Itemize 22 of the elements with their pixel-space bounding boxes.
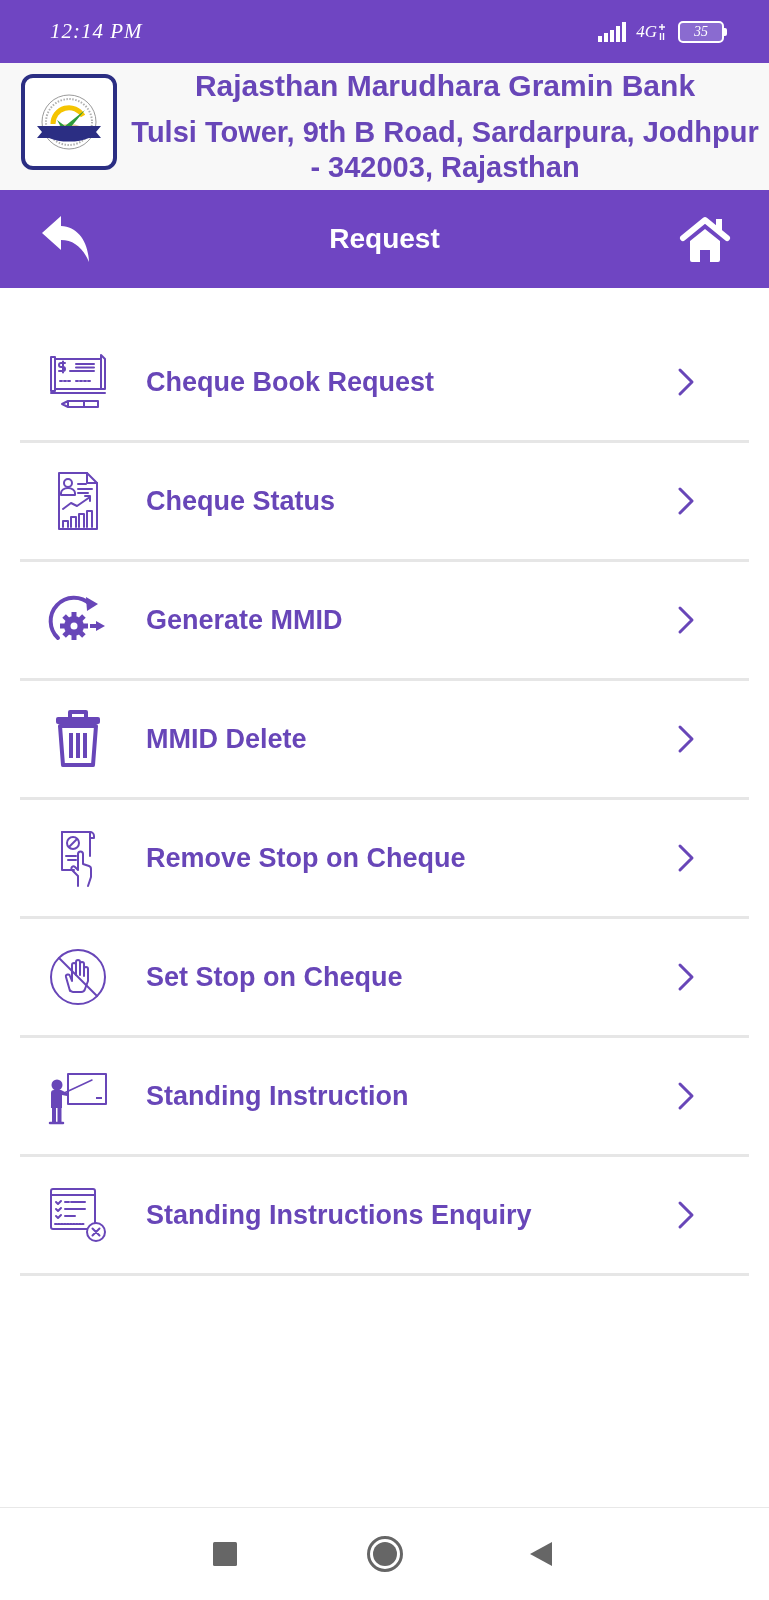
home-icon[interactable] bbox=[679, 216, 731, 262]
signal-icon bbox=[598, 21, 629, 42]
home-circle-icon[interactable] bbox=[367, 1536, 403, 1572]
chevron-right-icon bbox=[677, 724, 695, 754]
prohibited-hand-icon bbox=[48, 947, 108, 1007]
chevron-right-icon bbox=[677, 367, 695, 397]
bank-address: Tulsi Tower, 9th B Road, Sardarpura, Jodhpur - 342003, Rajasthan bbox=[130, 115, 760, 185]
status-time: 12:14 PM bbox=[50, 17, 143, 45]
network-type: 4G bbox=[636, 20, 657, 43]
bank-name: Rajasthan Marudhara Gramin Bank bbox=[193, 69, 697, 103]
chevron-right-icon bbox=[677, 486, 695, 516]
chevron-right-icon bbox=[677, 1081, 695, 1111]
checklist-cancel-icon bbox=[48, 1185, 108, 1245]
chevron-right-icon bbox=[677, 843, 695, 873]
screen-title: Request bbox=[329, 223, 440, 254]
chevron-right-icon bbox=[677, 1200, 695, 1230]
chevron-right-icon bbox=[677, 962, 695, 992]
data-arrows-icon bbox=[658, 22, 666, 41]
chevron-right-icon bbox=[677, 605, 695, 635]
battery-indicator: 35 bbox=[678, 20, 724, 43]
back-icon[interactable] bbox=[40, 215, 90, 263]
back-triangle-icon[interactable] bbox=[529, 1541, 553, 1567]
